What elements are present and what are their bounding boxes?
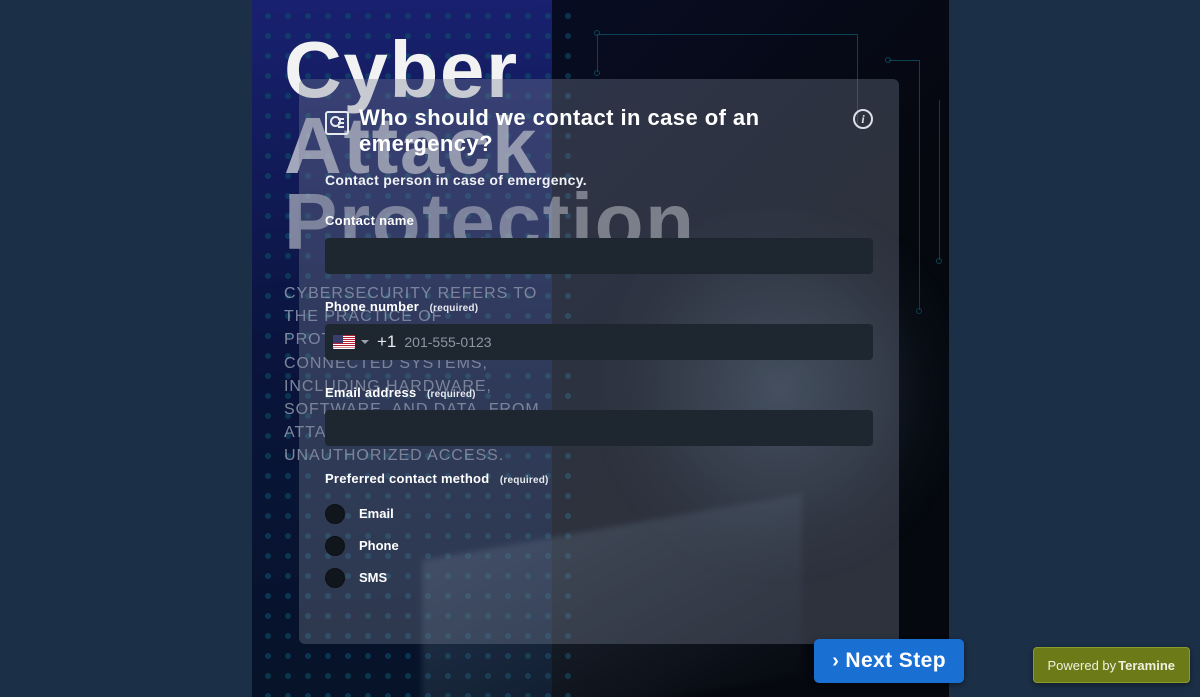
chevron-right-icon: › bbox=[832, 651, 839, 671]
radio-label: SMS bbox=[359, 570, 387, 585]
badge-prefix: Powered by bbox=[1048, 658, 1117, 673]
contact-card-icon bbox=[325, 111, 349, 135]
radio-icon bbox=[325, 536, 345, 556]
email-required: (required) bbox=[427, 389, 476, 400]
badge-brand: Teramine bbox=[1118, 658, 1175, 673]
phone-input-row: +1 bbox=[325, 324, 873, 360]
radio-icon bbox=[325, 504, 345, 524]
next-step-label: Next Step bbox=[845, 649, 946, 673]
powered-by-badge[interactable]: Powered by Teramine bbox=[1033, 647, 1191, 683]
phone-required: (required) bbox=[430, 303, 479, 314]
panel-title: Who should we contact in case of an emer… bbox=[359, 105, 789, 158]
info-icon[interactable]: i bbox=[853, 109, 873, 129]
phone-label: Phone number bbox=[325, 299, 419, 314]
radio-label: Phone bbox=[359, 538, 399, 553]
method-label: Preferred contact method bbox=[325, 471, 489, 486]
field-email: Email address (required) bbox=[325, 384, 873, 446]
method-radio-group: Email Phone SMS bbox=[325, 498, 873, 594]
email-input[interactable] bbox=[325, 410, 873, 446]
email-label: Email address bbox=[325, 385, 417, 400]
dial-code: +1 bbox=[377, 332, 396, 352]
field-contact-name: Contact name bbox=[325, 212, 873, 274]
phone-input[interactable] bbox=[404, 324, 873, 360]
contact-name-input[interactable] bbox=[325, 238, 873, 274]
method-required: (required) bbox=[500, 475, 549, 486]
chevron-down-icon[interactable] bbox=[361, 340, 369, 344]
radio-icon bbox=[325, 568, 345, 588]
radio-option-sms[interactable]: SMS bbox=[325, 562, 873, 594]
panel-subtitle: Contact person in case of emergency. bbox=[325, 172, 873, 188]
field-method: Preferred contact method (required) Emai… bbox=[325, 470, 873, 594]
us-flag-icon[interactable] bbox=[333, 335, 355, 349]
radio-option-email[interactable]: Email bbox=[325, 498, 873, 530]
field-phone: Phone number (required) +1 bbox=[325, 298, 873, 360]
next-step-button[interactable]: › Next Step bbox=[814, 639, 964, 683]
emergency-contact-panel: Who should we contact in case of an emer… bbox=[299, 79, 899, 644]
contact-name-label: Contact name bbox=[325, 213, 414, 228]
panel-header: Who should we contact in case of an emer… bbox=[325, 105, 873, 158]
radio-option-phone[interactable]: Phone bbox=[325, 530, 873, 562]
radio-label: Email bbox=[359, 506, 394, 521]
